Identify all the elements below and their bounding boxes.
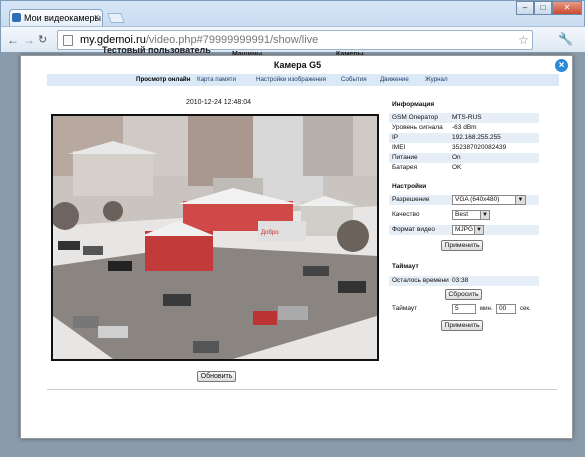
tab-log[interactable]: Журнал	[425, 76, 448, 83]
info-value: -63 dBm	[452, 124, 477, 131]
chevron-down-icon[interactable]: ▼	[515, 196, 525, 204]
minimize-button[interactable]: –	[516, 1, 534, 15]
tab-memory-card[interactable]: Карта памяти	[197, 76, 236, 83]
browser-tab[interactable]: Мои видеокамеры ×	[9, 9, 103, 27]
remaining-value: 03:38	[452, 277, 469, 284]
tab-events[interactable]: События	[341, 76, 367, 83]
tab-live-view[interactable]: Просмотр онлайн	[136, 76, 190, 83]
info-section-title: Информация	[392, 101, 435, 108]
info-key: IP	[392, 134, 399, 141]
info-value: 192.168.255.255	[452, 134, 501, 141]
bookmark-star-icon[interactable]: ☆	[518, 33, 529, 47]
timeout-label: Таймаут	[392, 305, 418, 312]
modal-title: Камера G5	[273, 60, 322, 70]
modal-tabbar: Просмотр онлайн Карта памяти Настройки и…	[47, 74, 559, 86]
timeout-row: Осталось времени 03:38	[389, 276, 539, 286]
quality-label: Качество	[392, 211, 420, 218]
svg-text:Добро: Добро	[261, 230, 279, 236]
reset-timeout-button[interactable]: Сбросить	[445, 289, 482, 300]
window-close-button[interactable]: ✕	[552, 1, 582, 15]
info-value: 352387020082439	[452, 144, 507, 151]
user-name: Тестовый пользователь	[102, 45, 211, 55]
reload-icon[interactable]: ↻	[38, 33, 47, 46]
browser-toolbar: ← → ↻ my.gdemoi.ru/video.php#79999999991…	[1, 26, 585, 53]
chevron-down-icon[interactable]: ▼	[474, 226, 483, 234]
info-key: IMEI	[392, 144, 406, 151]
info-row: Питание On	[389, 153, 539, 163]
wrench-icon[interactable]: 🔧	[558, 32, 573, 46]
new-tab-button[interactable]	[107, 13, 125, 23]
apply-settings-button[interactable]: Применить	[441, 240, 483, 251]
refresh-button[interactable]: Обновить	[197, 371, 236, 382]
info-row: GSM Оператор MTS-RUS	[389, 113, 539, 123]
settings-section-title: Настройки	[392, 183, 427, 190]
info-key: Питание	[392, 154, 418, 161]
resolution-label: Разрешение	[392, 196, 430, 203]
camera-scene-image: Добро	[53, 116, 377, 359]
minutes-unit-label: мин.	[480, 306, 493, 312]
remaining-label: Осталось времени	[392, 277, 449, 284]
info-row: Уровень сигнала -63 dBm	[389, 123, 539, 133]
camera-modal: Камера G5 × Просмотр онлайн Карта памяти…	[20, 55, 573, 439]
info-key: Батарея	[392, 164, 418, 171]
browser-window-frame: Мои видеокамеры × – □ ✕ ← → ↻ my.gdemoi.…	[0, 0, 585, 53]
timeout-section-title: Таймаут	[392, 263, 419, 270]
info-value: MTS-RUS	[452, 114, 482, 121]
modal-divider	[47, 389, 557, 390]
back-arrow-icon[interactable]: ←	[7, 33, 19, 47]
info-row: IP 192.168.255.255	[389, 133, 539, 143]
seconds-unit-label: сек.	[520, 306, 531, 312]
info-key: Уровень сигнала	[392, 124, 443, 131]
page-icon	[63, 35, 73, 46]
maximize-button[interactable]: □	[534, 1, 552, 15]
browser-tab-title: Мои видеокамеры	[24, 13, 102, 23]
apply-timeout-button[interactable]: Применить	[441, 320, 483, 331]
tab-motion[interactable]: Движение	[380, 76, 409, 83]
frame-timestamp: 2010-12-24 12:48:04	[186, 99, 251, 106]
format-label: Формат видео	[392, 226, 436, 233]
info-value: OK	[452, 164, 462, 171]
favicon-icon	[12, 13, 21, 22]
info-row: Батарея OK	[389, 163, 539, 173]
tab-close-icon[interactable]: ×	[94, 12, 99, 22]
close-icon[interactable]: ×	[555, 59, 568, 72]
info-value: On	[452, 154, 461, 161]
timeout-minutes-input[interactable]: 5	[452, 304, 476, 314]
info-row: IMEI 352387020082439	[389, 143, 539, 153]
forward-arrow-icon[interactable]: →	[23, 33, 35, 47]
timeout-seconds-input[interactable]: 00	[496, 304, 516, 314]
camera-live-image: Добро	[51, 114, 379, 361]
tab-image-settings[interactable]: Настройки изображения	[256, 76, 326, 83]
info-key: GSM Оператор	[392, 114, 439, 121]
chevron-down-icon[interactable]: ▼	[480, 211, 489, 219]
